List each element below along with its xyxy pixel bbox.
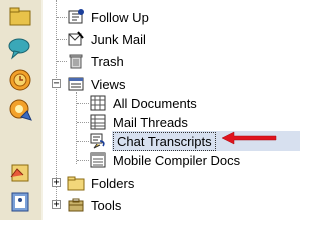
notes-icon[interactable]	[5, 158, 35, 186]
junk-mail-icon	[67, 30, 85, 48]
tree-connector	[57, 61, 67, 62]
tree-item-chat-transcripts[interactable]: Chat Transcripts	[89, 131, 216, 151]
red-arrow-annotation	[221, 131, 277, 145]
tree-item-label: Tools	[91, 197, 122, 213]
views-icon	[67, 75, 85, 93]
follow-up-icon	[67, 8, 85, 26]
tree-item-mail-threads[interactable]: Mail Threads	[89, 112, 188, 132]
tree-connector	[57, 39, 67, 40]
tools-icon	[67, 196, 85, 214]
tree-item-mobile-compiler-docs[interactable]: Mobile Compiler Docs	[89, 150, 240, 170]
left-app-bar	[0, 0, 42, 220]
folders-expander[interactable]: +	[52, 178, 61, 188]
tree-item-folders[interactable]: Folders	[67, 173, 134, 193]
tree-guide-line	[56, 0, 57, 200]
tree-item-label: Views	[91, 76, 126, 92]
tree-item-trash[interactable]: Trash	[67, 51, 124, 71]
mobile-compiler-docs-icon	[89, 151, 107, 169]
navigation-tree: Follow Up Junk Mail Trash − Views All Do…	[43, 0, 302, 220]
tree-item-label: Chat Transcripts	[113, 131, 216, 151]
tree-item-label: Mail Threads	[113, 114, 188, 130]
clock-icon[interactable]	[5, 66, 35, 94]
tree-item-follow-up[interactable]: Follow Up	[67, 7, 149, 27]
tree-item-tools[interactable]: Tools	[67, 195, 121, 215]
tree-item-label: Trash	[91, 53, 124, 69]
mail-threads-icon	[89, 113, 107, 131]
chat-transcripts-icon	[89, 132, 107, 150]
tree-item-all-documents[interactable]: All Documents	[89, 93, 197, 113]
folder-icon[interactable]	[5, 2, 35, 30]
views-expander[interactable]: −	[52, 79, 61, 89]
address-book-icon[interactable]	[5, 188, 35, 216]
tree-item-junk-mail[interactable]: Junk Mail	[67, 29, 146, 49]
tree-connector	[77, 103, 89, 104]
all-documents-icon	[89, 94, 107, 112]
compass-icon[interactable]	[5, 96, 35, 124]
trash-icon	[67, 52, 85, 70]
chat-bubble-icon[interactable]	[5, 34, 35, 62]
tree-item-label: Follow Up	[91, 9, 149, 25]
tools-expander[interactable]: +	[52, 200, 61, 210]
tree-item-label: All Documents	[113, 95, 197, 111]
tree-connector	[77, 122, 89, 123]
tree-item-label: Junk Mail	[91, 31, 146, 47]
tree-item-label: Folders	[91, 175, 135, 191]
tree-connector	[77, 141, 89, 142]
tree-connector	[57, 17, 67, 18]
folders-icon	[67, 174, 85, 192]
tree-item-label: Mobile Compiler Docs	[113, 152, 241, 168]
tree-connector	[77, 160, 89, 161]
tree-item-views[interactable]: Views	[67, 74, 125, 94]
